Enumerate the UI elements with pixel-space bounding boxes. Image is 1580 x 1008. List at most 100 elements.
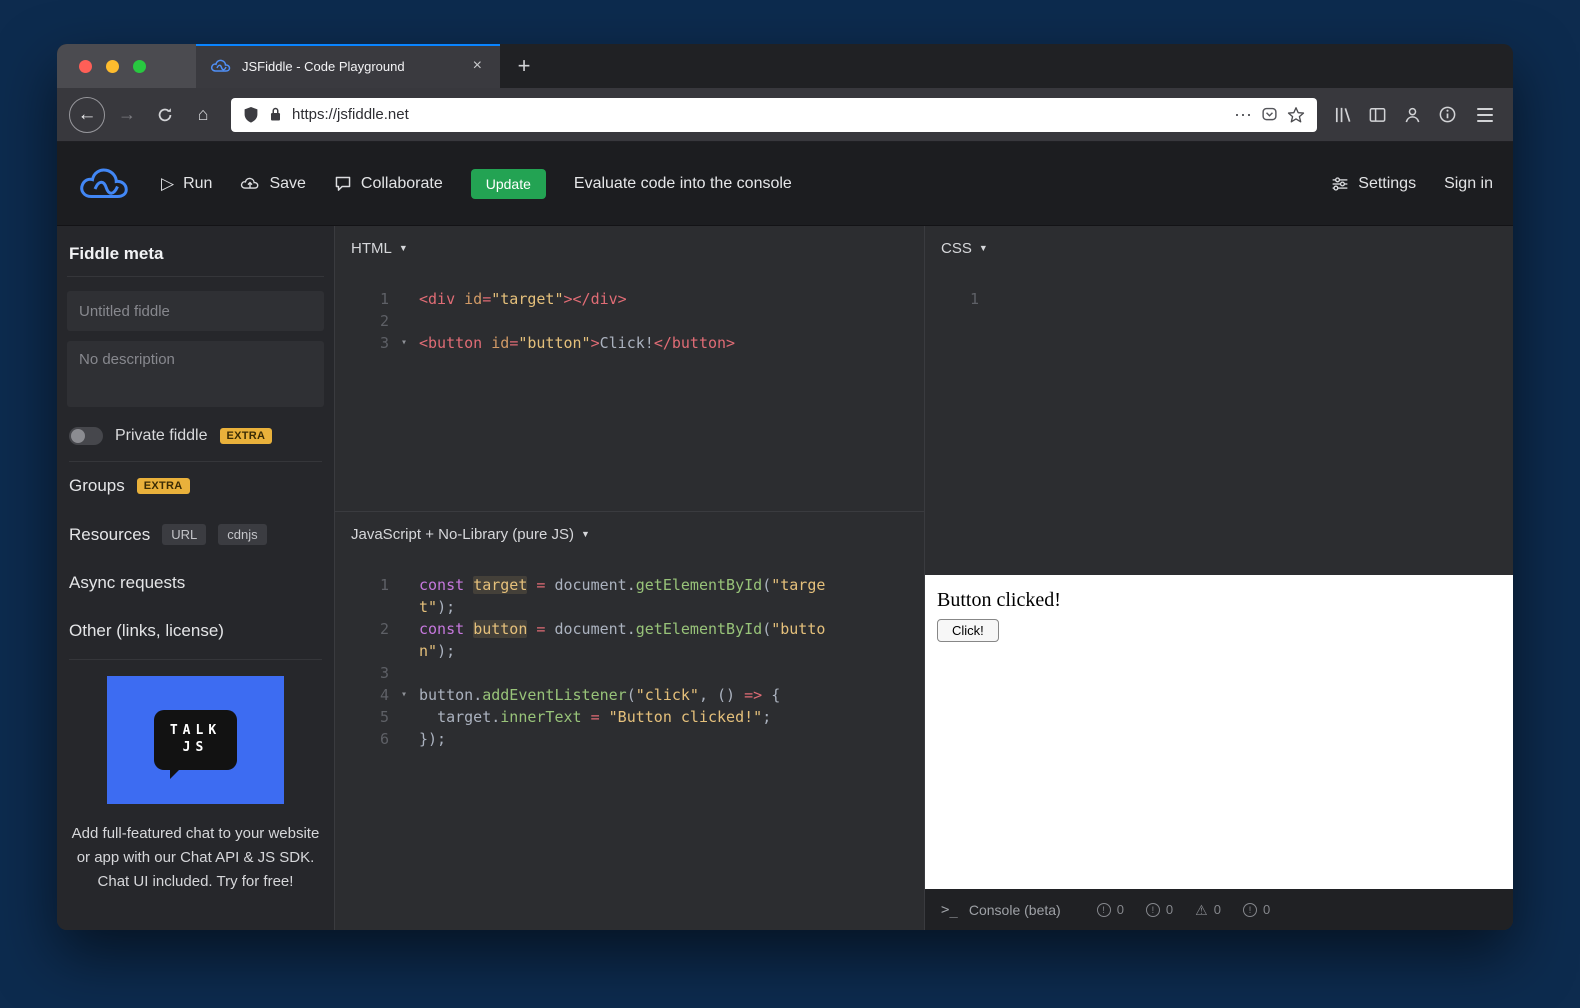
sidebar-toggle-icon[interactable]: [1368, 105, 1387, 124]
groups-label: Groups: [69, 476, 125, 496]
code-text: [419, 310, 924, 332]
code-line[interactable]: 1: [925, 288, 1513, 310]
minimize-window-button[interactable]: [106, 60, 119, 73]
console-badges: 0 0 ⚠0 0: [1097, 902, 1271, 917]
browser-window: JSFiddle - Code Playground × + ← → ⌂: [57, 44, 1513, 930]
sign-in-button[interactable]: Sign in: [1444, 175, 1493, 193]
reload-button[interactable]: [149, 99, 181, 131]
tab-favicon-cloud-icon: [210, 58, 232, 74]
url-text[interactable]: https://jsfiddle.net: [292, 106, 1225, 123]
fold-gutter: [389, 574, 419, 596]
code-line[interactable]: n");: [335, 640, 924, 662]
tab-close-icon[interactable]: ×: [469, 57, 486, 75]
html-code-editor[interactable]: 1<div id="target"></div>23▾<button id="b…: [335, 270, 924, 354]
css-code-editor[interactable]: 1: [925, 270, 1513, 310]
bookmark-star-icon[interactable]: [1287, 106, 1305, 124]
line-number: 6: [335, 728, 389, 750]
line-number: 1: [335, 574, 389, 596]
code-text: t");: [419, 596, 924, 618]
jsfiddle-logo[interactable]: [77, 164, 133, 204]
code-line[interactable]: 2const button = document.getElementById(…: [335, 618, 924, 640]
lock-icon[interactable]: [268, 106, 283, 123]
forward-button[interactable]: →: [111, 99, 143, 131]
code-line[interactable]: 3: [335, 662, 924, 684]
menu-icon[interactable]: [1473, 104, 1497, 126]
new-tab-button[interactable]: +: [509, 51, 539, 81]
private-fiddle-toggle[interactable]: [69, 427, 103, 445]
tracking-protection-shield-icon[interactable]: [243, 106, 259, 124]
code-line[interactable]: t");: [335, 596, 924, 618]
resource-chip-url[interactable]: URL: [162, 524, 206, 545]
account-icon[interactable]: [1403, 105, 1422, 124]
line-number: 2: [335, 310, 389, 332]
javascript-code-editor[interactable]: 1 const target = document.getElementById(…: [335, 556, 924, 750]
resource-chip-cdnjs[interactable]: cdnjs: [218, 524, 266, 545]
code-line[interactable]: 5 target.innerText = "Button clicked!";: [335, 706, 924, 728]
code-line[interactable]: 6});: [335, 728, 924, 750]
fold-gutter: [389, 728, 419, 750]
zoom-window-button[interactable]: [133, 60, 146, 73]
back-button[interactable]: ←: [69, 97, 105, 133]
resources-label: Resources: [69, 525, 150, 545]
fold-gutter: [389, 640, 419, 662]
code-text: [1009, 288, 1513, 310]
talkjs-ad-banner[interactable]: TALK JS: [107, 676, 284, 804]
fold-gutter: [979, 288, 1009, 310]
info-circle-icon[interactable]: [1438, 105, 1457, 124]
run-button[interactable]: ▷ Run: [161, 174, 212, 194]
tab-title: JSFiddle - Code Playground: [242, 59, 459, 74]
sign-in-label: Sign in: [1444, 175, 1493, 193]
sidebar-item-resources[interactable]: Resources URL cdnjs: [67, 510, 324, 559]
javascript-panel-header[interactable]: JavaScript + No-Library (pure JS) ▼: [335, 512, 924, 556]
sidebar-item-other[interactable]: Other (links, license): [67, 607, 324, 655]
alert-circle-icon: [1243, 903, 1257, 917]
result-panel: Button clicked! Click!: [925, 575, 1513, 889]
sidebar-item-groups[interactable]: Groups EXTRA: [67, 462, 324, 510]
talkjs-ad-text[interactable]: Add full-featured chat to your website o…: [68, 822, 324, 894]
console-message-count[interactable]: 0: [1146, 902, 1173, 917]
sidebar-item-async-requests[interactable]: Async requests: [67, 559, 324, 607]
line-number: 2: [335, 618, 389, 640]
other-label: Other (links, license): [69, 621, 224, 641]
window-controls: [57, 44, 196, 88]
fiddle-description-input[interactable]: [67, 341, 324, 407]
collaborate-button[interactable]: Collaborate: [334, 175, 443, 193]
code-text: target.innerText = "Button clicked!";: [419, 706, 924, 728]
code-line[interactable]: 4▾button.addEventListener("click", () =>…: [335, 684, 924, 706]
console-warning-count[interactable]: ⚠0: [1195, 902, 1221, 917]
fiddle-title-input[interactable]: [67, 291, 324, 331]
home-button[interactable]: ⌂: [187, 99, 219, 131]
css-panel-header[interactable]: CSS ▼: [925, 226, 1513, 270]
extra-badge: EXTRA: [220, 428, 273, 444]
html-panel-header[interactable]: HTML ▼: [335, 226, 924, 270]
fiddle-meta-heading: Fiddle meta: [67, 240, 324, 277]
badge-count: 0: [1166, 902, 1173, 917]
talkjs-ad[interactable]: TALK JS Add full-featured chat to your w…: [67, 676, 324, 894]
fold-arrow-icon[interactable]: ▾: [389, 332, 419, 354]
badge-count: 0: [1263, 902, 1270, 917]
console-message-count[interactable]: 0: [1097, 902, 1124, 917]
page-actions-icon[interactable]: ⋯: [1234, 106, 1252, 124]
update-button[interactable]: Update: [471, 169, 546, 199]
code-text: n");: [419, 640, 924, 662]
chevron-down-icon: ▼: [399, 243, 408, 253]
fold-gutter: [389, 706, 419, 728]
console-bar[interactable]: >_ Console (beta) 00⚠00: [925, 889, 1513, 930]
fold-arrow-icon[interactable]: ▾: [389, 684, 419, 706]
code-line[interactable]: 2: [335, 310, 924, 332]
save-button[interactable]: Save: [240, 175, 305, 193]
code-line[interactable]: 3▾<button id="button">Click!</button>: [335, 332, 924, 354]
pocket-icon[interactable]: [1261, 106, 1278, 123]
library-icon[interactable]: [1333, 105, 1352, 124]
line-number: 5: [335, 706, 389, 728]
code-line[interactable]: 1 const target = document.getElementById(…: [335, 574, 924, 596]
browser-tab-jsfiddle[interactable]: JSFiddle - Code Playground ×: [196, 44, 500, 88]
url-bar[interactable]: https://jsfiddle.net ⋯: [231, 98, 1317, 132]
close-window-button[interactable]: [79, 60, 92, 73]
browser-tab-bar: JSFiddle - Code Playground × +: [57, 44, 1513, 88]
code-line[interactable]: 1<div id="target"></div>: [335, 288, 924, 310]
code-text: const target = document.getElementById("…: [419, 574, 924, 596]
console-message-count[interactable]: 0: [1243, 902, 1270, 917]
result-click-button[interactable]: Click!: [937, 619, 999, 642]
settings-button[interactable]: Settings: [1331, 175, 1416, 193]
